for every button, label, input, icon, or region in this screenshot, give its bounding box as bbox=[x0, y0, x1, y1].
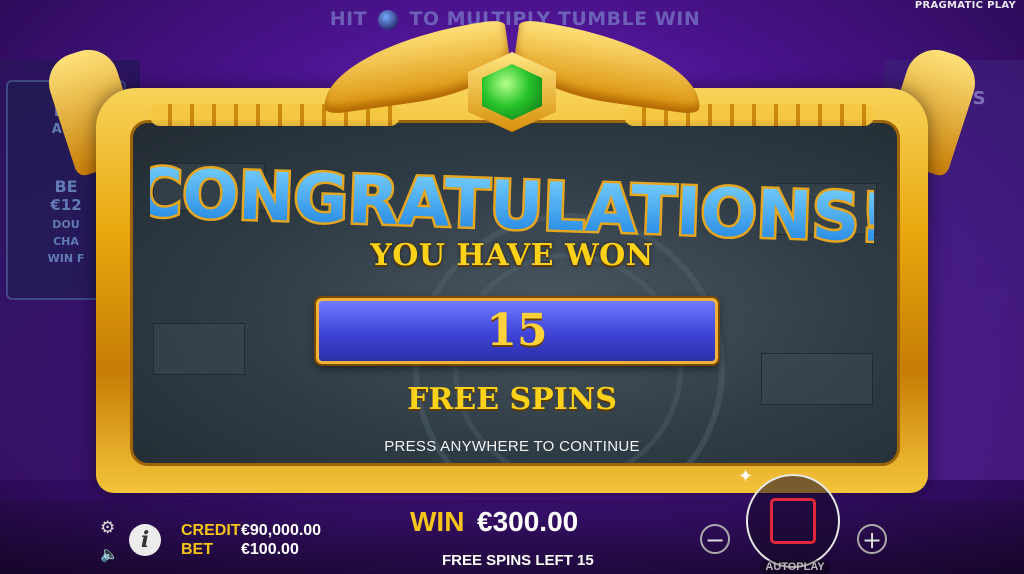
bet-label: BET bbox=[181, 541, 213, 558]
congratulations-title: CONGRATULATIONS! bbox=[130, 151, 893, 259]
brand-logo: PRAGMATIC PLAY bbox=[914, 0, 1016, 11]
you-have-won-text: YOU HAVE WON bbox=[370, 238, 654, 273]
info-icon[interactable]: i bbox=[129, 524, 161, 556]
stop-icon[interactable] bbox=[770, 498, 816, 544]
credit-value: €90,000.00 bbox=[241, 522, 322, 539]
bet-value: €100.00 bbox=[241, 541, 299, 558]
stone-brick bbox=[153, 323, 245, 375]
autoplay-button[interactable]: AUTOPLAY bbox=[760, 560, 830, 574]
sound-icon[interactable]: 🔈 bbox=[100, 545, 119, 563]
free-spins-left: FREE SPINS LEFT 15 bbox=[442, 552, 594, 569]
win-label: WIN bbox=[410, 506, 465, 537]
banner-prefix: HIT bbox=[329, 8, 368, 30]
settings-gear-icon[interactable]: ⚙ bbox=[100, 518, 115, 538]
credit-label: CREDIT bbox=[181, 522, 241, 539]
free-spins-count-bar: 15 bbox=[316, 298, 718, 364]
increase-bet-button[interactable]: + bbox=[857, 524, 887, 554]
top-banner: HIT TO MULTIPLY TUMBLE WIN bbox=[300, 8, 730, 38]
congratulations-title-wrap: CONGRATULATIONS! bbox=[130, 150, 893, 259]
free-spins-label: FREE SPINS bbox=[407, 382, 617, 417]
press-to-continue-text[interactable]: PRESS ANYWHERE TO CONTINUE bbox=[0, 438, 1024, 455]
win-value: €300.00 bbox=[477, 506, 579, 537]
orb-icon bbox=[378, 9, 399, 30]
free-spins-count: 15 bbox=[486, 305, 548, 356]
decrease-bet-button[interactable]: − bbox=[700, 524, 730, 554]
congratulations-text: CONGRATULATIONS! bbox=[150, 154, 874, 250]
sparkle-icon: ✦ bbox=[738, 466, 754, 487]
